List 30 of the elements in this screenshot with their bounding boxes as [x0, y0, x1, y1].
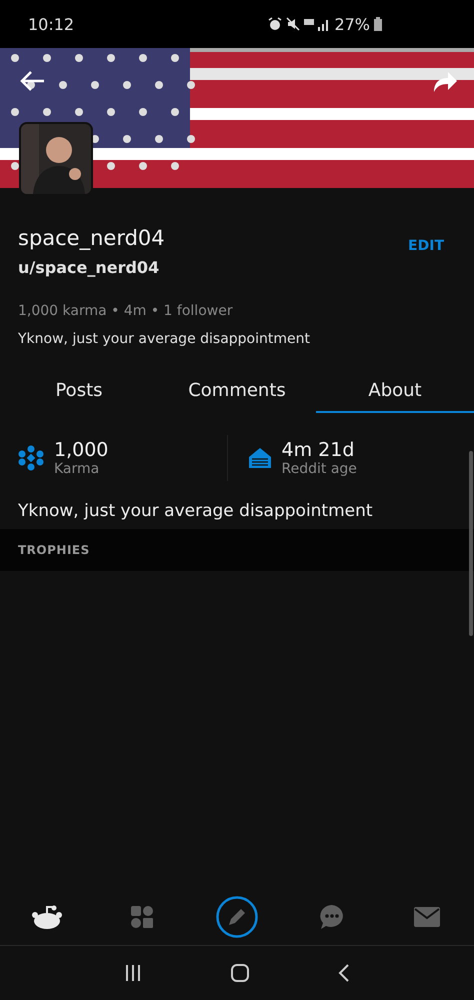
edit-button[interactable]: EDIT: [398, 238, 454, 254]
chat-icon: [318, 904, 345, 930]
stat-label: Karma: [54, 461, 100, 477]
profile-bio: Yknow, just your average disappointment: [17, 330, 311, 347]
profile-tab[interactable]: Comments: [158, 369, 316, 413]
status-time: 10:12: [28, 14, 74, 34]
recents-icon[interactable]: [124, 964, 142, 982]
battery-icon: [374, 17, 382, 31]
username: u/space_nerd04: [18, 258, 160, 277]
profile-tab[interactable]: About: [316, 369, 474, 413]
signal-icon: [304, 17, 330, 31]
grid-icon: [130, 905, 154, 929]
about-description: Yknow, just your average disappointment: [17, 500, 374, 523]
alien-icon: [32, 905, 62, 929]
display-name: space_nerd04: [18, 226, 165, 250]
section-heading: TROPHIES: [18, 543, 90, 557]
mail-icon: [414, 907, 440, 927]
home-icon[interactable]: [230, 963, 250, 983]
profile-meta: 1,000 karma • 4m • 1 follower: [17, 302, 234, 319]
battery-percent: 27%: [334, 14, 370, 34]
stat-label: Reddit age: [282, 461, 357, 477]
back-icon[interactable]: [338, 964, 350, 982]
profile-tab[interactable]: Posts: [0, 369, 158, 413]
stat-value: 4m 21d: [282, 439, 356, 461]
karma-icon: [18, 445, 44, 471]
pencil-icon: [216, 896, 258, 938]
stat-value: 1,000: [54, 439, 108, 461]
cake-icon: [248, 447, 272, 469]
mute-icon: [286, 17, 300, 31]
alarm-icon: [268, 17, 282, 31]
